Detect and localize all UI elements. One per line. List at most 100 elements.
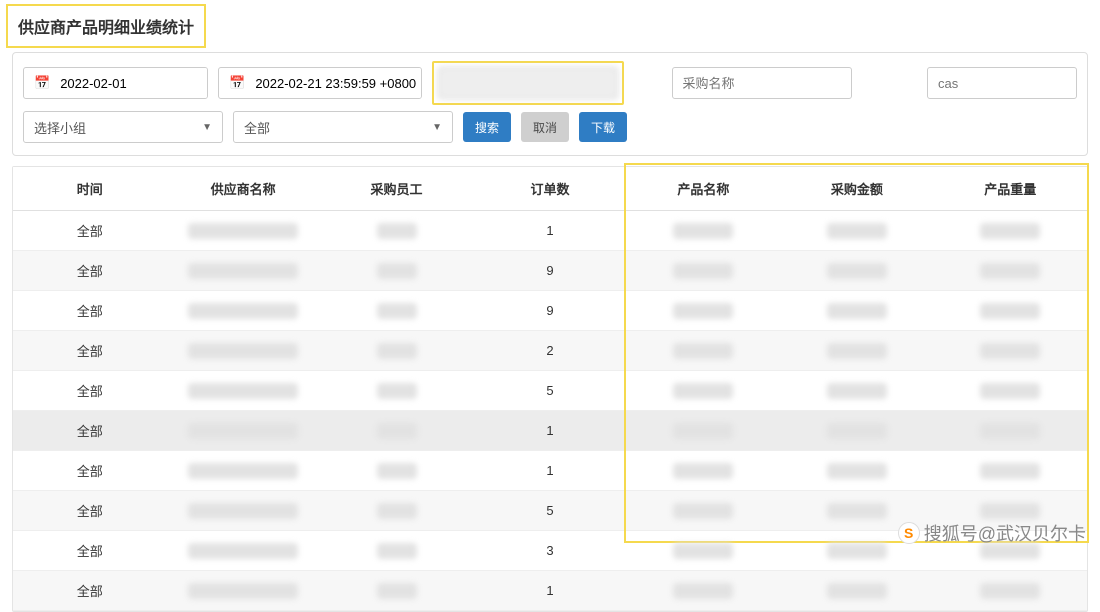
purchase-name-input[interactable] — [672, 67, 852, 99]
cell-time: 全部 — [13, 571, 166, 611]
cell-supplier — [166, 411, 319, 451]
cell-time: 全部 — [13, 451, 166, 491]
table-wrapper: 时间 供应商名称 采购员工 订单数 产品名称 采购金额 产品重量 全部 1 全部… — [12, 166, 1088, 612]
col-product: 产品名称 — [627, 167, 780, 211]
cell-product — [627, 331, 780, 371]
table-row: 全部 2 — [13, 331, 1087, 371]
cell-amount — [780, 411, 933, 451]
cell-product — [627, 491, 780, 531]
col-amount: 采购金额 — [780, 167, 933, 211]
cell-orders: 5 — [473, 491, 626, 531]
cell-orders: 2 — [473, 331, 626, 371]
chevron-down-icon: ▼ — [432, 122, 442, 133]
table-row: 全部 1 — [13, 211, 1087, 251]
cell-time: 全部 — [13, 531, 166, 571]
performance-table: 时间 供应商名称 采购员工 订单数 产品名称 采购金额 产品重量 全部 1 全部… — [13, 167, 1087, 611]
col-time: 时间 — [13, 167, 166, 211]
cell-orders: 1 — [473, 211, 626, 251]
cell-time: 全部 — [13, 491, 166, 531]
cell-product — [627, 291, 780, 331]
cell-orders: 1 — [473, 411, 626, 451]
cell-staff — [320, 291, 473, 331]
cell-weight — [934, 491, 1087, 531]
cell-staff — [320, 211, 473, 251]
page-title: 供应商产品明细业绩统计 — [6, 4, 206, 48]
cell-product — [627, 371, 780, 411]
table-row: 全部 5 — [13, 371, 1087, 411]
cell-supplier — [166, 211, 319, 251]
cell-amount — [780, 211, 933, 251]
table-row: 全部 9 — [13, 291, 1087, 331]
cell-time: 全部 — [13, 251, 166, 291]
start-date-field[interactable] — [60, 68, 208, 98]
col-orders: 订单数 — [473, 167, 626, 211]
cell-supplier — [166, 291, 319, 331]
cell-supplier — [166, 531, 319, 571]
col-weight: 产品重量 — [934, 167, 1087, 211]
cell-amount — [780, 531, 933, 571]
cell-staff — [320, 411, 473, 451]
cell-weight — [934, 291, 1087, 331]
cell-weight — [934, 571, 1087, 611]
cell-orders: 5 — [473, 371, 626, 411]
cell-staff — [320, 531, 473, 571]
cell-time: 全部 — [13, 211, 166, 251]
table-row: 全部 1 — [13, 411, 1087, 451]
cell-supplier — [166, 451, 319, 491]
cell-orders: 1 — [473, 571, 626, 611]
search-button[interactable]: 搜索 — [463, 112, 511, 142]
cell-supplier — [166, 571, 319, 611]
table-row: 全部 5 — [13, 491, 1087, 531]
cell-weight — [934, 331, 1087, 371]
col-staff: 采购员工 — [320, 167, 473, 211]
cell-weight — [934, 411, 1087, 451]
end-date-field[interactable] — [255, 68, 421, 98]
col-supplier: 供应商名称 — [166, 167, 319, 211]
cell-amount — [780, 291, 933, 331]
table-row: 全部 9 — [13, 251, 1087, 291]
cell-staff — [320, 371, 473, 411]
cancel-button[interactable]: 取消 — [521, 112, 569, 142]
cell-staff — [320, 331, 473, 371]
cell-amount — [780, 251, 933, 291]
table-row: 全部 1 — [13, 571, 1087, 611]
cell-weight — [934, 211, 1087, 251]
table-row: 全部 3 — [13, 531, 1087, 571]
cell-time: 全部 — [13, 331, 166, 371]
calendar-icon: 📅 — [24, 75, 60, 91]
cell-weight — [934, 251, 1087, 291]
search-input[interactable] — [438, 67, 618, 99]
cell-staff — [320, 491, 473, 531]
calendar-icon: 📅 — [219, 75, 255, 91]
cell-staff — [320, 251, 473, 291]
table-row: 全部 1 — [13, 451, 1087, 491]
group-select[interactable]: 选择小组 ▼ — [23, 111, 223, 143]
cell-staff — [320, 451, 473, 491]
all-select[interactable]: 全部 ▼ — [233, 111, 453, 143]
cell-amount — [780, 491, 933, 531]
cell-orders: 9 — [473, 291, 626, 331]
highlighted-search-box — [432, 61, 624, 105]
cell-staff — [320, 571, 473, 611]
download-button[interactable]: 下载 — [579, 112, 627, 142]
cell-weight — [934, 451, 1087, 491]
cell-supplier — [166, 371, 319, 411]
cell-amount — [780, 371, 933, 411]
cell-amount — [780, 331, 933, 371]
cell-supplier — [166, 491, 319, 531]
cell-supplier — [166, 251, 319, 291]
cell-weight — [934, 531, 1087, 571]
cell-supplier — [166, 331, 319, 371]
cell-amount — [780, 451, 933, 491]
cas-input[interactable] — [927, 67, 1077, 99]
cell-amount — [780, 571, 933, 611]
cell-weight — [934, 371, 1087, 411]
cell-product — [627, 251, 780, 291]
cell-time: 全部 — [13, 371, 166, 411]
cell-time: 全部 — [13, 291, 166, 331]
start-date-input[interactable]: 📅 — [23, 67, 208, 99]
cell-product — [627, 411, 780, 451]
cell-product — [627, 531, 780, 571]
end-date-input[interactable]: 📅 — [218, 67, 422, 99]
cell-time: 全部 — [13, 411, 166, 451]
